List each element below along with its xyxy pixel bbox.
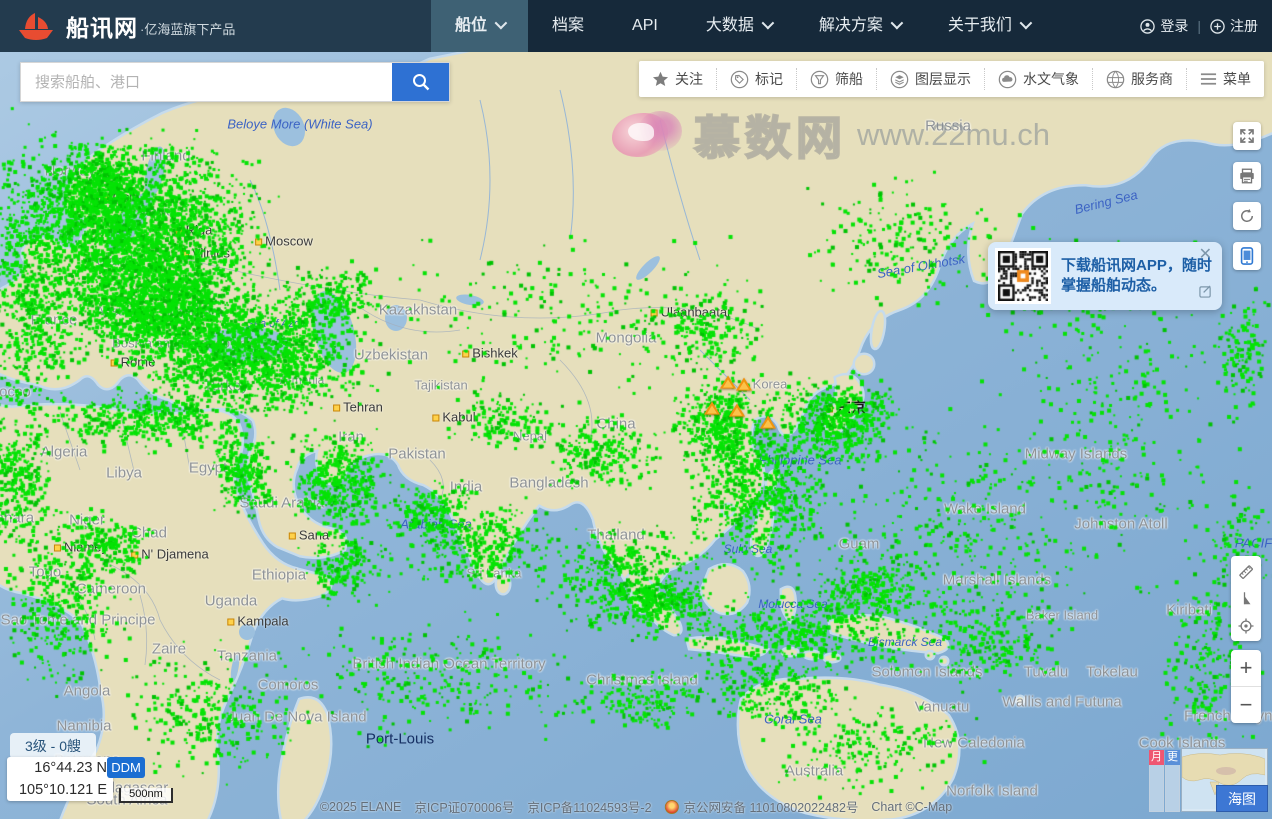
qr-code (995, 248, 1051, 304)
mobile-app-button[interactable] (1233, 242, 1261, 270)
fullscreen-icon (1238, 127, 1256, 145)
toolbar-filter-ships[interactable]: 筛船 (796, 68, 876, 90)
zoom-controls: + − (1231, 650, 1261, 723)
refresh-button[interactable] (1233, 202, 1261, 230)
close-icon[interactable]: ✕ (1199, 248, 1212, 262)
search-bar (20, 62, 450, 102)
menu-icon (1200, 72, 1217, 86)
measure-tools (1231, 556, 1261, 641)
nav-tab-archive[interactable]: 档案 (528, 0, 608, 52)
map-toolbar: 关注 标记 筛船 图层显示 (639, 61, 1264, 97)
nav-tab-about[interactable]: 关于我们 (924, 0, 1053, 52)
coordinate-format-button[interactable]: DDM (107, 757, 145, 778)
fullscreen-button[interactable] (1233, 122, 1261, 150)
side-tab-more[interactable]: 更 (1165, 750, 1180, 812)
chevron-down-icon (1019, 16, 1032, 29)
search-button[interactable] (392, 63, 449, 101)
typhoon-warning-icon[interactable] (704, 402, 720, 415)
chevron-down-icon (890, 16, 903, 29)
search-input[interactable] (21, 63, 392, 101)
search-icon (411, 72, 431, 92)
zoom-in-button[interactable]: + (1231, 650, 1261, 686)
app-download-popup: 下载船讯网APP，随时 掌握船舶动态。 ✕ (988, 242, 1222, 310)
printer-icon (1238, 167, 1256, 185)
overview-map[interactable]: 海图 (1181, 748, 1268, 812)
shipxy-app: Beloye More (White Sea)Bering SeaSea of … (0, 0, 1272, 819)
print-button[interactable] (1233, 162, 1261, 190)
chart-attribution: Chart ©C-Map (871, 800, 952, 814)
toolbar-follow[interactable]: 关注 (639, 68, 716, 90)
funnel-icon (810, 70, 829, 89)
cursor-coordinates: 16°44.23 N 105°10.121 E (7, 757, 113, 801)
app-promo-text: 下载船讯网APP，随时 掌握船舶动态。 (1061, 256, 1212, 296)
circular-arrow-icon (1238, 207, 1256, 225)
nav-tab-solutions[interactable]: 解决方案 (795, 0, 924, 52)
toolbar-mark[interactable]: 标记 (716, 68, 796, 90)
feedback-icon[interactable] (1199, 285, 1212, 303)
ruler-tool-button[interactable] (1231, 558, 1261, 585)
chart-mode-chip[interactable]: 海图 (1216, 785, 1268, 812)
map-attribution: ©2025 ELANE 京ICP证070006号 京ICP备11024593号-… (320, 797, 952, 816)
chevron-down-icon (495, 16, 508, 29)
toolbar-service-provider[interactable]: 服务商 (1092, 68, 1186, 90)
star-icon (652, 71, 669, 87)
register-link[interactable]: 注册 (1210, 16, 1258, 36)
toolbar-layers[interactable]: 图层显示 (876, 68, 984, 90)
nav-tab-ship-position[interactable]: 船位 (431, 0, 528, 52)
copyright: ©2025 ELANE (320, 800, 401, 814)
ruler-icon (1237, 563, 1255, 581)
longitude-value: 105°10.121 E (7, 779, 107, 801)
map-scale: 500nm (119, 788, 173, 803)
locate-icon (1237, 617, 1255, 635)
bearing-icon (1237, 590, 1255, 608)
auth-area: 登录 | 注册 (1140, 0, 1258, 52)
side-tab-month[interactable]: 月 (1149, 750, 1164, 812)
tag-icon (730, 70, 749, 89)
minimap: 月 更 海图 (1149, 748, 1268, 812)
nav-tab-bigdata[interactable]: 大数据 (682, 0, 795, 52)
layers-icon (890, 70, 909, 89)
bearing-tool-button[interactable] (1231, 585, 1261, 612)
navbar: 船讯网 ·亿海蓝旗下产品 船位 档案 API 大数据 解决方案 关于我们 登录 … (0, 0, 1272, 52)
icp-license-2[interactable]: 京ICP备11024593号-2 (527, 797, 651, 816)
police-badge-icon (665, 800, 679, 814)
police-license[interactable]: 京公网安备 11010802022482号 (684, 797, 859, 816)
brand-title: 船讯网 (66, 9, 138, 43)
locate-tool-button[interactable] (1231, 612, 1261, 639)
typhoon-warning-icon[interactable] (736, 378, 752, 391)
weather-icon (998, 70, 1017, 89)
latitude-value: 16°44.23 N (7, 757, 107, 779)
toolbar-menu[interactable]: 菜单 (1186, 68, 1264, 90)
brand-subtitle: ·亿海蓝旗下产品 (140, 19, 235, 38)
zoom-level-ship-count-badge: 3级 - 0艘 (10, 733, 96, 759)
mobile-phone-icon (1239, 247, 1255, 265)
user-icon (1140, 19, 1155, 34)
chevron-down-icon (761, 16, 774, 29)
toolbar-weather[interactable]: 水文气象 (984, 68, 1092, 90)
auth-divider: | (1197, 18, 1201, 34)
typhoon-warning-icon[interactable] (720, 376, 736, 389)
plus-circle-icon (1210, 19, 1225, 34)
nav-tab-api[interactable]: API (608, 0, 682, 52)
world-map[interactable] (0, 0, 1272, 819)
login-link[interactable]: 登录 (1140, 16, 1188, 36)
icp-license-1[interactable]: 京ICP证070006号 (414, 797, 514, 816)
zoom-out-button[interactable]: − (1231, 686, 1261, 723)
provider-globe-icon (1106, 70, 1125, 89)
logo-boat-icon (16, 11, 56, 41)
brand[interactable]: 船讯网 ·亿海蓝旗下产品 (16, 0, 235, 52)
typhoon-warning-icon[interactable] (760, 416, 776, 429)
main-nav: 船位 档案 API 大数据 解决方案 关于我们 (431, 0, 1053, 52)
typhoon-warning-icon[interactable] (729, 404, 745, 417)
